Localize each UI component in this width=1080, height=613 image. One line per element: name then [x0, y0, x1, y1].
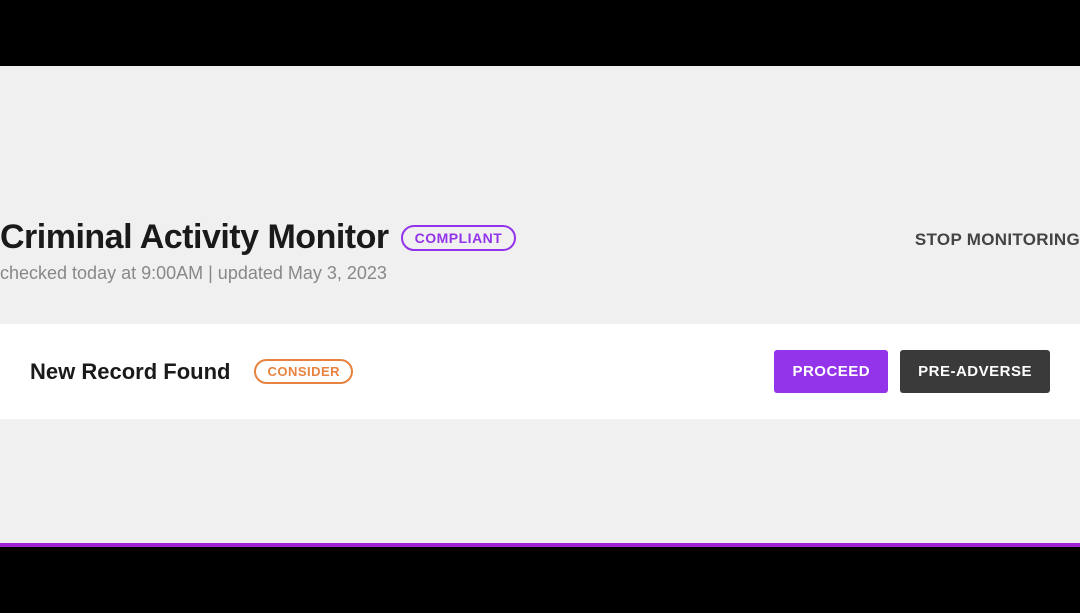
checked-updated-subtitle: checked today at 9:00AM | updated May 3,… [0, 263, 516, 284]
record-card: New Record Found CONSIDER PROCEED PRE-AD… [0, 324, 1080, 419]
consider-status-badge: CONSIDER [254, 359, 353, 384]
record-left: New Record Found CONSIDER [30, 359, 353, 385]
title-row: Criminal Activity Monitor COMPLIANT [0, 218, 516, 257]
main-content-region: Criminal Activity Monitor COMPLIANT chec… [0, 66, 1080, 543]
header-left: Criminal Activity Monitor COMPLIANT chec… [0, 218, 516, 284]
stop-monitoring-button[interactable]: STOP MONITORING [915, 218, 1080, 250]
header-section: Criminal Activity Monitor COMPLIANT chec… [0, 66, 1080, 284]
top-border-region [0, 0, 1080, 66]
page-title: Criminal Activity Monitor [0, 218, 389, 257]
compliant-status-badge: COMPLIANT [401, 225, 517, 251]
record-actions: PROCEED PRE-ADVERSE [774, 350, 1050, 393]
record-title: New Record Found [30, 359, 230, 385]
bottom-border-region [0, 547, 1080, 613]
pre-adverse-button[interactable]: PRE-ADVERSE [900, 350, 1050, 393]
proceed-button[interactable]: PROCEED [774, 350, 888, 393]
